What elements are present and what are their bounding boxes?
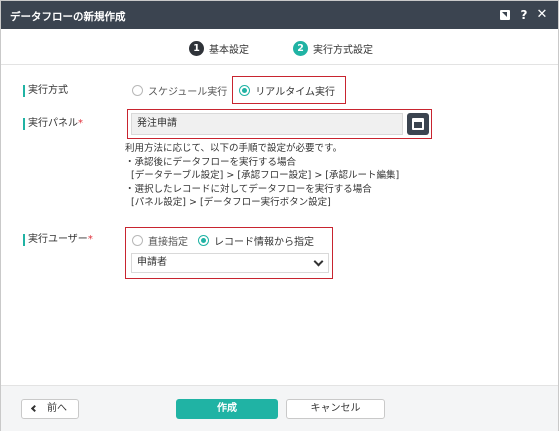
step-exec-method-settings[interactable]: 2 実行方式設定 xyxy=(293,40,373,56)
required-mark: * xyxy=(87,234,93,245)
step-number: 1 xyxy=(189,40,204,56)
cancel-button[interactable]: キャンセル xyxy=(286,399,385,419)
highlight-box xyxy=(232,76,346,104)
highlight-box xyxy=(127,109,432,139)
exec-method-label: 実行方式 xyxy=(23,84,68,98)
exec-panel-label-text: 実行パネル xyxy=(28,118,78,129)
exec-method-label-text: 実行方式 xyxy=(28,85,68,96)
exec-panel-help-text: 利用方法に応じて、以下の手順で設定が必要です。 ・承認後にデータフローを実行する… xyxy=(125,143,400,208)
dataflow-create-dialog: データフローの新規作成 ? ✕ 1 基本設定 2 実行方式設定 実行方式 スケジ… xyxy=(0,0,559,431)
radio-off-icon xyxy=(132,85,143,96)
step-basic-settings[interactable]: 1 基本設定 xyxy=(189,40,249,56)
highlight-box xyxy=(125,227,333,279)
step-indicator: 1 基本設定 2 実行方式設定 xyxy=(1,29,558,65)
exec-panel-label: 実行パネル* xyxy=(23,117,83,131)
create-button[interactable]: 作成 xyxy=(176,399,278,419)
dialog-titlebar: データフローの新規作成 ? ✕ xyxy=(1,1,558,29)
back-button[interactable]: 前へ xyxy=(21,399,79,419)
back-button-label: 前へ xyxy=(47,403,67,414)
dialog-title: データフローの新規作成 xyxy=(10,11,126,23)
exec-user-label-text: 実行ユーザー xyxy=(28,234,88,245)
step-label: 基本設定 xyxy=(209,44,249,56)
dialog-footer: 前へ 作成 キャンセル xyxy=(1,385,558,431)
help-icon[interactable]: ? xyxy=(518,7,530,23)
step-number: 2 xyxy=(293,40,308,56)
chevron-left-icon xyxy=(30,404,39,413)
radio-label: スケジュール実行 xyxy=(148,87,228,98)
radio-schedule-exec[interactable]: スケジュール実行 xyxy=(132,83,227,98)
expand-icon[interactable] xyxy=(498,7,512,23)
step-label: 実行方式設定 xyxy=(313,44,373,56)
close-icon[interactable]: ✕ xyxy=(535,7,549,23)
required-mark: * xyxy=(78,118,83,129)
exec-user-label: 実行ユーザー* xyxy=(23,233,93,247)
